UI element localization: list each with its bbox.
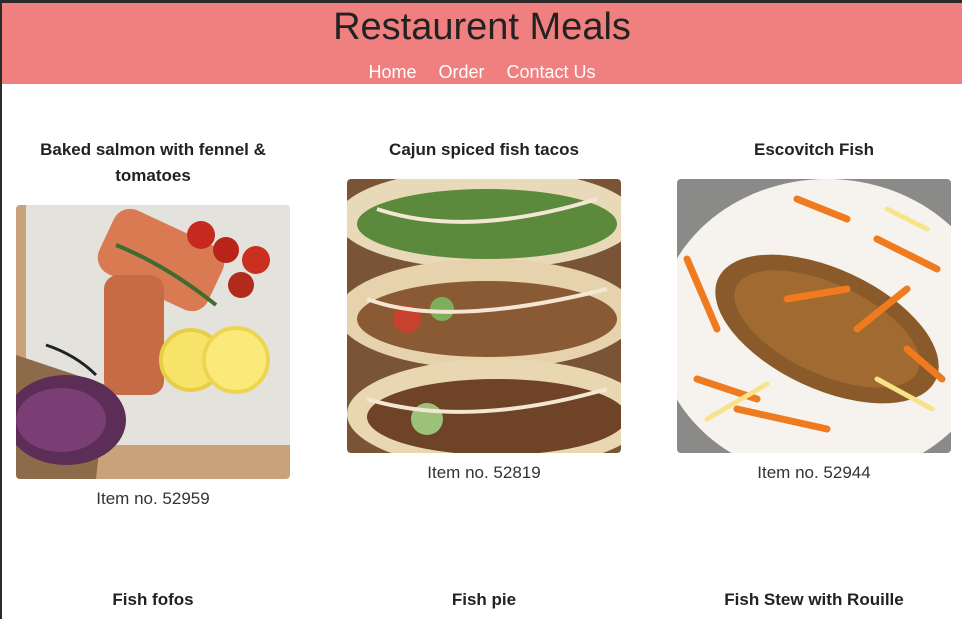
baked-salmon-photo — [16, 205, 290, 479]
fish-tacos-photo — [347, 179, 621, 453]
meal-image[interactable] — [347, 179, 621, 453]
meal-card[interactable]: Fish pie — [346, 587, 622, 613]
meal-title[interactable]: Baked salmon with fennel & tomatoes — [15, 137, 291, 189]
main-nav: Home Order Contact Us — [2, 62, 962, 82]
item-number: Item no. 52959 — [96, 489, 210, 508]
meal-image[interactable] — [677, 179, 951, 453]
item-number: Item no. 52819 — [427, 463, 541, 482]
meal-card[interactable]: Baked salmon with fennel & tomatoes Item… — [15, 137, 291, 509]
meals-grid: Baked salmon with fennel & tomatoes Item… — [2, 84, 962, 619]
nav-link-order[interactable]: Order — [438, 62, 484, 82]
site-header: Restaurent Meals Home Order Contact Us — [2, 3, 962, 84]
meal-image[interactable] — [16, 205, 290, 479]
meal-card[interactable]: Fish Stew with Rouille — [676, 587, 952, 613]
nav-link-home[interactable]: Home — [368, 62, 416, 82]
site-title: Restaurent Meals — [333, 6, 631, 48]
meal-title[interactable]: Cajun spiced fish tacos — [346, 137, 622, 163]
meal-card[interactable]: Escovitch Fish Item no. 52944 — [676, 137, 952, 483]
meal-title[interactable]: Escovitch Fish — [676, 137, 952, 163]
item-number: Item no. 52944 — [757, 463, 871, 482]
escovitch-fish-photo — [677, 179, 951, 453]
meal-card[interactable]: Fish fofos — [15, 587, 291, 613]
nav-link-contact-us[interactable]: Contact Us — [506, 62, 595, 82]
page-frame: Restaurent Meals Home Order Contact Us B… — [0, 0, 962, 619]
meal-title[interactable]: Fish fofos — [15, 587, 291, 613]
meal-card[interactable]: Cajun spiced fish tacos Item no. 52819 — [346, 137, 622, 483]
meal-title[interactable]: Fish Stew with Rouille — [676, 587, 952, 613]
meal-title[interactable]: Fish pie — [346, 587, 622, 613]
